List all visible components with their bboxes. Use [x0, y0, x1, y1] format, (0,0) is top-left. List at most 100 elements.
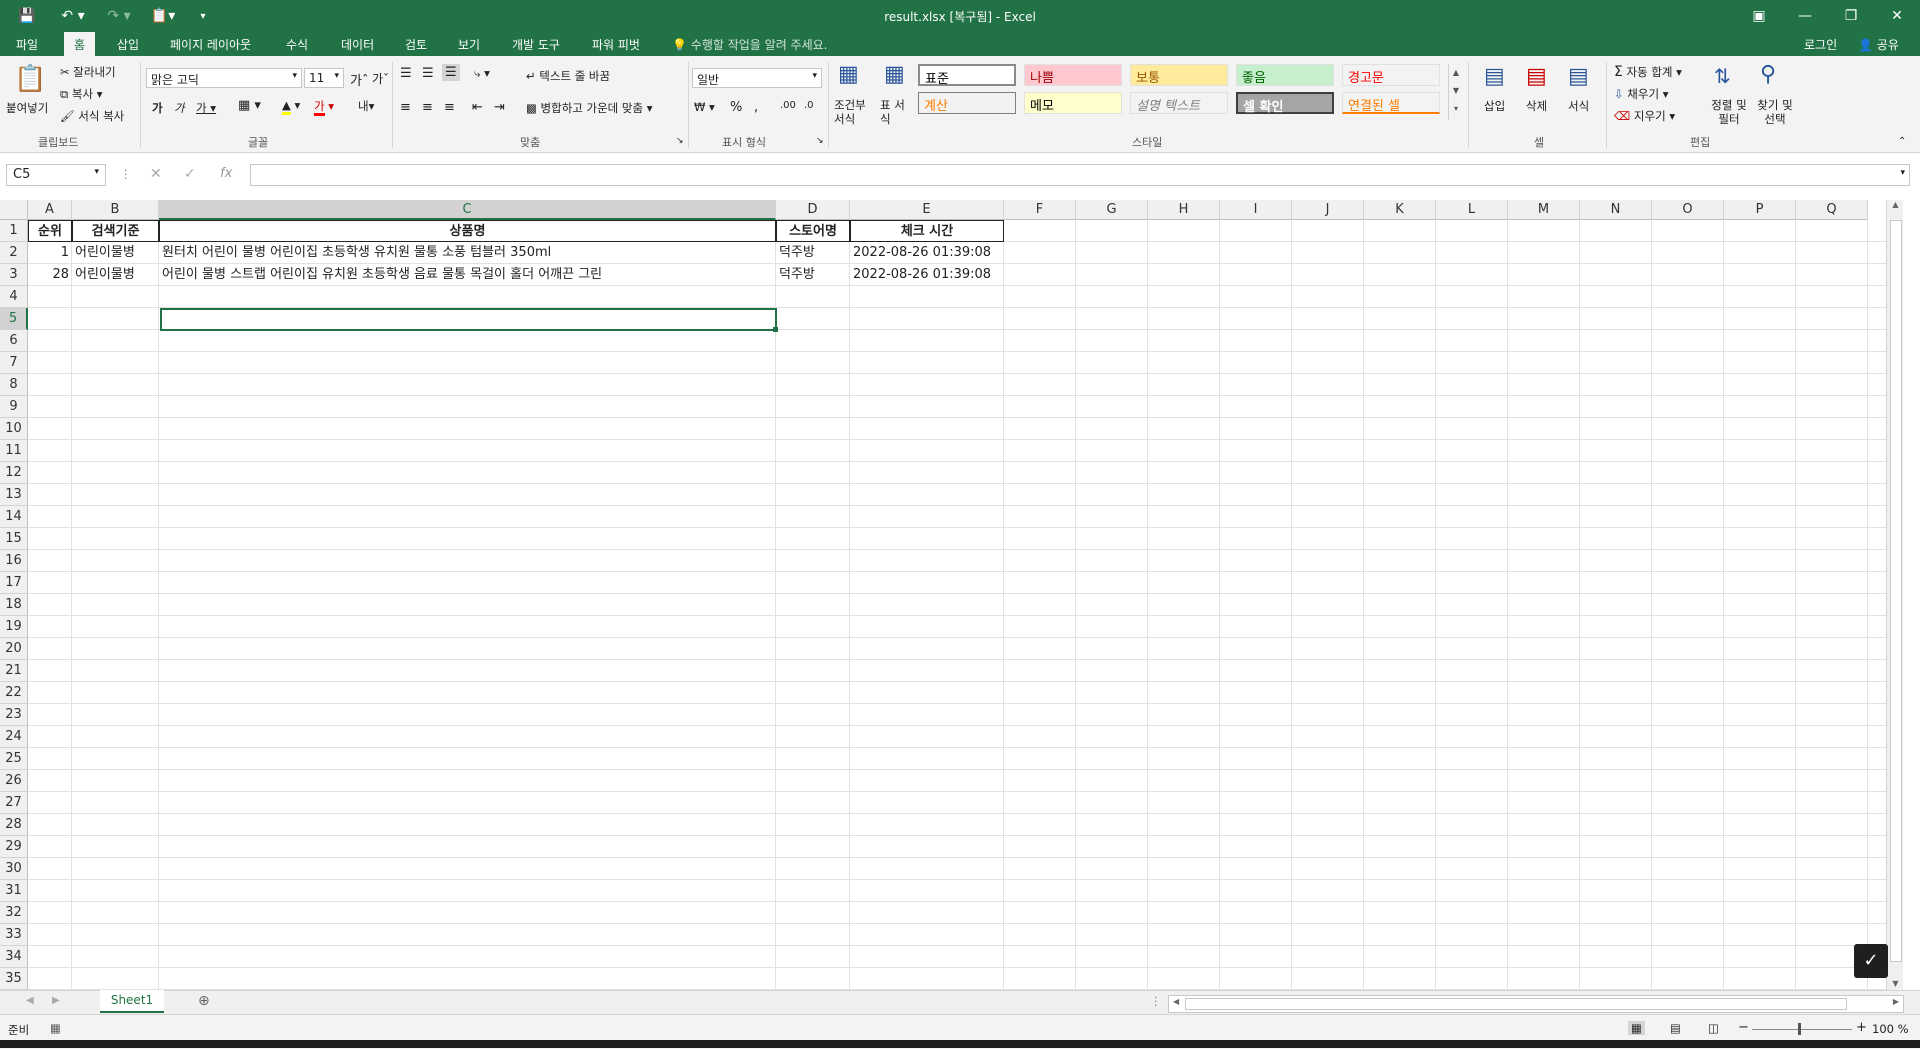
column-header-l[interactable]: L: [1436, 200, 1508, 220]
row-header-12[interactable]: 12: [0, 462, 28, 484]
column-header-n[interactable]: N: [1580, 200, 1652, 220]
sort-filter-icon[interactable]: ⇅: [1714, 64, 1731, 88]
underline-icon[interactable]: 가 ▾: [196, 100, 216, 116]
align-bottom-icon[interactable]: ☰: [442, 64, 460, 81]
row-header-29[interactable]: 29: [0, 836, 28, 858]
header-cell-b[interactable]: 검색기준: [72, 220, 159, 242]
column-header-o[interactable]: O: [1652, 200, 1724, 220]
header-cell-c[interactable]: 상품명: [159, 220, 776, 242]
collapse-ribbon-icon[interactable]: ⌃: [1898, 136, 1906, 147]
column-header-j[interactable]: J: [1292, 200, 1364, 220]
cell-style-8[interactable]: 설명 텍스트: [1130, 92, 1228, 114]
conditional-format-button[interactable]: 조건부 서식: [834, 98, 874, 126]
font-size-combo[interactable]: 11 ▾: [304, 68, 344, 88]
format-painter-button[interactable]: 🖌 서식 복사: [60, 108, 124, 124]
delete-cells-icon[interactable]: ▤: [1526, 64, 1547, 89]
column-header-c[interactable]: C: [159, 200, 776, 220]
vertical-scrollbar[interactable]: ▲ ▼: [1886, 200, 1903, 990]
tab-split-grip[interactable]: ⋮: [1150, 994, 1162, 1008]
scroll-down-icon[interactable]: ▼: [1887, 979, 1903, 988]
row-header-17[interactable]: 17: [0, 572, 28, 594]
row-header-3[interactable]: 3: [0, 264, 28, 286]
row-header-18[interactable]: 18: [0, 594, 28, 616]
column-header-a[interactable]: A: [28, 200, 72, 220]
cell-style-4[interactable]: 좋음: [1236, 64, 1334, 86]
cell-style-6[interactable]: 계산: [918, 92, 1016, 114]
row-header-15[interactable]: 15: [0, 528, 28, 550]
row-header-7[interactable]: 7: [0, 352, 28, 374]
sort-filter-button[interactable]: 정렬 및 필터: [1706, 98, 1752, 126]
scroll-right-icon[interactable]: ▶: [1893, 997, 1899, 1006]
zoom-slider[interactable]: [1752, 1029, 1852, 1030]
comma-icon[interactable]: ,: [754, 100, 758, 115]
header-cell-d[interactable]: 스토어명: [776, 220, 850, 242]
normal-view-icon[interactable]: ▦: [1628, 1021, 1645, 1035]
add-sheet-icon[interactable]: ⊕: [198, 993, 210, 1009]
number-format-combo[interactable]: 일반 ▾: [692, 68, 822, 88]
column-header-m[interactable]: M: [1508, 200, 1580, 220]
row-header-6[interactable]: 6: [0, 330, 28, 352]
orientation-icon[interactable]: ⤷ ▾: [474, 66, 490, 81]
row-header-24[interactable]: 24: [0, 726, 28, 748]
scroll-left-icon[interactable]: ◀: [1173, 997, 1179, 1006]
italic-icon[interactable]: 가: [174, 100, 185, 116]
row-header-25[interactable]: 25: [0, 748, 28, 770]
column-header-q[interactable]: Q: [1796, 200, 1868, 220]
cell-style-1[interactable]: 표준: [918, 64, 1016, 87]
tab-view[interactable]: 보기: [458, 36, 480, 53]
font-grow-icon[interactable]: 가ˆ: [350, 70, 368, 89]
cell-b2[interactable]: 어린이물병: [72, 242, 159, 264]
row-header-5[interactable]: 5: [0, 308, 28, 330]
autosum-button[interactable]: Σ 자동 합계 ▾: [1614, 64, 1682, 80]
row-header-14[interactable]: 14: [0, 506, 28, 528]
align-top-icon[interactable]: ☰: [400, 66, 412, 81]
font-color-icon[interactable]: 가 ▾: [314, 98, 334, 116]
row-header-11[interactable]: 11: [0, 440, 28, 462]
format-as-table-icon[interactable]: ▦: [884, 62, 905, 87]
phonetic-icon[interactable]: 내▾: [358, 98, 374, 114]
select-all-corner[interactable]: [0, 200, 28, 220]
font-name-combo[interactable]: 맑은 고딕 ▾: [146, 68, 302, 88]
row-header-32[interactable]: 32: [0, 902, 28, 924]
align-right-icon[interactable]: ≡: [444, 100, 455, 115]
zoom-level[interactable]: 100 %: [1872, 1022, 1909, 1036]
formula-input[interactable]: ▾: [250, 164, 1910, 186]
row-header-13[interactable]: 13: [0, 484, 28, 506]
fill-color-icon[interactable]: ▲ ▾: [282, 98, 300, 115]
gallery-scroll[interactable]: ▲ ▼ ▾: [1448, 64, 1463, 120]
wrap-text-button[interactable]: ↵ 텍스트 줄 바꿈: [526, 68, 610, 84]
paste-button[interactable]: 붙여넣기: [6, 100, 48, 116]
tab-page-layout[interactable]: 페이지 레이아웃: [170, 36, 251, 53]
active-cell-cursor[interactable]: [160, 308, 777, 331]
insert-function-icon[interactable]: fx: [220, 166, 232, 181]
row-header-22[interactable]: 22: [0, 682, 28, 704]
row-header-23[interactable]: 23: [0, 704, 28, 726]
cell-style-2[interactable]: 나쁨: [1024, 64, 1122, 86]
cell-e3[interactable]: 2022-08-26 01:39:08: [850, 264, 1004, 286]
minimize-button[interactable]: —: [1782, 0, 1828, 32]
zoom-slider-thumb[interactable]: [1798, 1023, 1801, 1035]
increase-indent-icon[interactable]: ⇥: [494, 100, 505, 115]
decrease-indent-icon[interactable]: ⇤: [472, 100, 483, 115]
zoom-out-icon[interactable]: −: [1738, 1020, 1749, 1035]
row-header-28[interactable]: 28: [0, 814, 28, 836]
h-scroll-thumb[interactable]: [1185, 998, 1847, 1010]
fill-handle[interactable]: [773, 327, 778, 332]
alignment-launcher-icon[interactable]: ↘: [676, 136, 684, 146]
row-header-1[interactable]: 1: [0, 220, 28, 242]
align-middle-icon[interactable]: ☰: [422, 66, 434, 81]
column-header-i[interactable]: I: [1220, 200, 1292, 220]
row-header-30[interactable]: 30: [0, 858, 28, 880]
ribbon-display-icon[interactable]: ▣: [1736, 0, 1782, 32]
row-header-9[interactable]: 9: [0, 396, 28, 418]
insert-cells-button[interactable]: 삽입: [1484, 98, 1505, 114]
column-header-f[interactable]: F: [1004, 200, 1076, 220]
tab-developer[interactable]: 개발 도구: [512, 36, 560, 53]
cell-a3[interactable]: 28: [28, 264, 72, 286]
column-header-g[interactable]: G: [1076, 200, 1148, 220]
macro-record-icon[interactable]: ▦: [50, 1021, 61, 1035]
cell-style-10[interactable]: 연결된 셀: [1342, 92, 1440, 114]
cell-e2[interactable]: 2022-08-26 01:39:08: [850, 242, 1004, 264]
row-header-2[interactable]: 2: [0, 242, 28, 264]
row-header-34[interactable]: 34: [0, 946, 28, 968]
